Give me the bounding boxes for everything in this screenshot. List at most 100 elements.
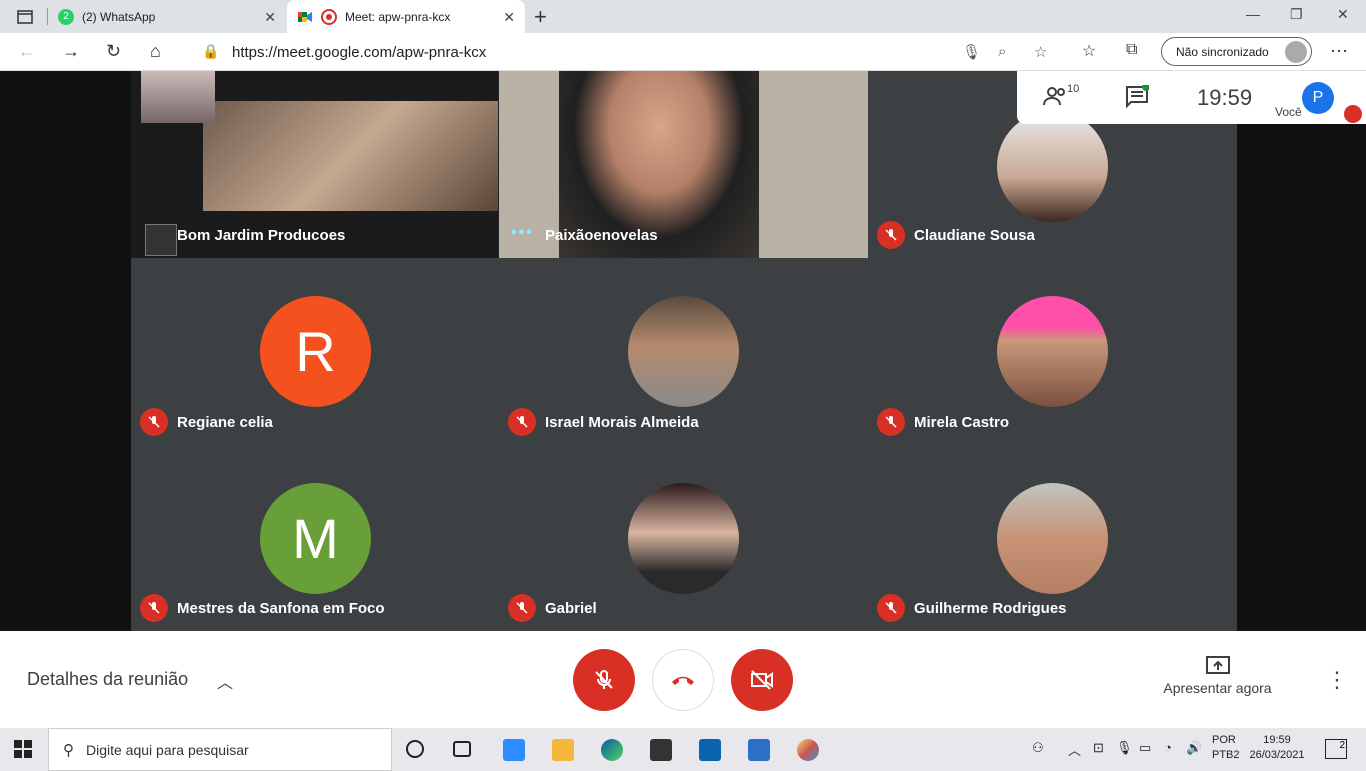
cortana-icon[interactable]	[406, 740, 424, 758]
left-gutter	[0, 71, 131, 631]
self-avatar[interactable]: P	[1302, 82, 1334, 114]
profile-sync-button[interactable]: Não sincronizado	[1161, 37, 1312, 66]
mic-off-icon	[508, 594, 536, 622]
clock-time: 19:59	[1263, 734, 1291, 746]
taskbar: ⚲ Digite aqui para pesquisar ⚇ ︿ ⊡ 🎙 ▭ ◔…	[0, 728, 1366, 771]
mic-off-icon	[140, 408, 168, 436]
meeting-details-button[interactable]: Detalhes da reunião	[27, 669, 188, 690]
meet-icon	[297, 8, 313, 25]
browser-tab-strip: 2 (2) WhatsApp ✕ Meet: apw-pnra-kcx ✕ + …	[0, 0, 1366, 33]
mic-off-icon	[877, 408, 905, 436]
notifications-icon[interactable]: 2	[1325, 739, 1347, 759]
wifi-icon[interactable]: ◔	[1164, 740, 1172, 755]
more-options-icon[interactable]: ⋮	[1326, 667, 1348, 693]
zoom-icon[interactable]: ⌕	[998, 43, 1006, 60]
participant-avatar	[997, 483, 1108, 594]
refresh-icon[interactable]: ↻	[106, 41, 121, 62]
forward-icon[interactable]: →	[62, 41, 80, 62]
meet-grid: Bom Jardim Producoes ••• Paixãoenovelas …	[0, 71, 1366, 631]
mic-off-icon	[877, 594, 905, 622]
participant-name: Claudiane Sousa	[914, 227, 1035, 244]
mail-icon[interactable]	[699, 739, 721, 761]
chat-button[interactable]	[1125, 83, 1150, 114]
favorites-icon[interactable]: ☆	[1082, 41, 1096, 61]
new-tab-button[interactable]: +	[534, 4, 547, 30]
paint-icon[interactable]	[797, 739, 819, 761]
task-view-icon[interactable]	[453, 741, 471, 757]
zoom-app-icon[interactable]	[503, 739, 525, 761]
participant-tile[interactable]: Israel Morais Almeida	[499, 258, 868, 445]
participant-tile[interactable]: Mirela Castro	[868, 258, 1237, 445]
people-icon[interactable]: ⚇	[1032, 740, 1044, 756]
speaking-indicator: •••	[511, 224, 534, 241]
camera-toggle-button[interactable]	[731, 649, 793, 711]
microphone-icon[interactable]: 🎙	[962, 43, 981, 61]
battery-icon[interactable]: ▭	[1139, 740, 1151, 756]
tab-label: (2) WhatsApp	[82, 9, 156, 24]
lang-line-1: POR	[1212, 734, 1236, 746]
volume-icon[interactable]: 🔊	[1186, 740, 1202, 756]
lock-icon[interactable]: 🔒	[202, 43, 219, 60]
present-now-button[interactable]: Apresentar agora	[1150, 655, 1285, 696]
channel-logo	[145, 224, 177, 256]
mic-off-icon	[877, 221, 905, 249]
home-icon[interactable]: ⌂	[150, 41, 161, 62]
tab-label: Meet: apw-pnra-kcx	[345, 9, 451, 24]
meeting-info-panel: 10 19:59 Você P	[1017, 71, 1366, 124]
participant-tile[interactable]: Bom Jardim Producoes	[131, 71, 498, 258]
url-text[interactable]: https://meet.google.com/apw-pnra-kcx	[232, 44, 486, 61]
recording-icon	[321, 8, 337, 25]
participant-tile[interactable]: Gabriel	[499, 445, 868, 631]
microphone-tray-icon[interactable]: 🎙	[1116, 740, 1133, 756]
clock-date: 26/03/2021	[1249, 749, 1305, 761]
tab-whatsapp[interactable]: 2 (2) WhatsApp ✕	[48, 0, 286, 33]
more-icon[interactable]: ⋯	[1330, 41, 1348, 62]
participant-name: Guilherme Rodrigues	[914, 600, 1067, 617]
leave-call-button[interactable]	[652, 649, 714, 711]
tab-actions-icon[interactable]	[8, 6, 42, 28]
sync-label: Não sincronizado	[1176, 44, 1269, 59]
participants-button[interactable]: 10	[1043, 83, 1079, 112]
participant-avatar	[628, 296, 739, 407]
meeting-controls: Detalhes da reunião ︿ Apresentar agora ⋮	[0, 631, 1366, 728]
notification-count: 2	[1339, 740, 1345, 751]
taskbar-clock[interactable]: 19:59 26/03/2021	[1246, 733, 1308, 763]
document-app-icon[interactable]	[748, 739, 770, 761]
search-icon: ⚲	[63, 741, 74, 759]
restore-icon[interactable]: ❐	[1290, 6, 1303, 23]
participants-count: 10	[1067, 83, 1080, 95]
add-favorite-icon[interactable]: ☆	[1034, 43, 1047, 61]
chevron-up-icon[interactable]: ︿	[217, 669, 233, 693]
minimize-icon[interactable]: —	[1246, 6, 1260, 22]
language-indicator[interactable]: POR PTB2	[1212, 733, 1240, 763]
participant-avatar: R	[260, 296, 371, 407]
participant-avatar	[997, 111, 1108, 222]
window-close-icon[interactable]: ✕	[1337, 6, 1349, 23]
address-bar[interactable]: 🔒 https://meet.google.com/apw-pnra-kcx 🎙…	[188, 37, 1064, 67]
collections-icon[interactable]: ⧉	[1126, 41, 1137, 59]
close-icon[interactable]: ✕	[503, 9, 515, 26]
profile-avatar	[1285, 41, 1307, 63]
taskbar-search[interactable]: ⚲ Digite aqui para pesquisar	[48, 728, 392, 771]
camera-tray-icon[interactable]: ⊡	[1093, 740, 1104, 756]
mic-off-icon	[508, 408, 536, 436]
mic-toggle-button[interactable]	[573, 649, 635, 711]
participant-tile[interactable]: Guilherme Rodrigues	[868, 445, 1237, 631]
store-icon[interactable]	[650, 739, 672, 761]
back-icon[interactable]: ←	[18, 41, 36, 62]
participant-tile[interactable]: M Mestres da Sanfona em Foco	[131, 445, 499, 631]
close-icon[interactable]: ✕	[264, 9, 276, 26]
participant-avatar	[628, 483, 739, 594]
chevron-up-tray-icon[interactable]: ︿	[1068, 740, 1081, 759]
search-placeholder: Digite aqui para pesquisar	[86, 741, 249, 758]
participant-avatar	[997, 296, 1108, 407]
self-mic-off-icon	[1344, 105, 1362, 123]
edge-icon[interactable]	[601, 739, 623, 761]
windows-start-icon[interactable]	[14, 740, 32, 763]
tab-meet[interactable]: Meet: apw-pnra-kcx ✕	[287, 0, 525, 33]
participant-tile[interactable]: R Regiane celia	[131, 258, 499, 445]
participant-video	[203, 101, 498, 211]
participant-tile[interactable]: ••• Paixãoenovelas	[499, 71, 868, 258]
meeting-clock: 19:59	[1197, 85, 1253, 110]
file-explorer-icon[interactable]	[552, 739, 574, 761]
